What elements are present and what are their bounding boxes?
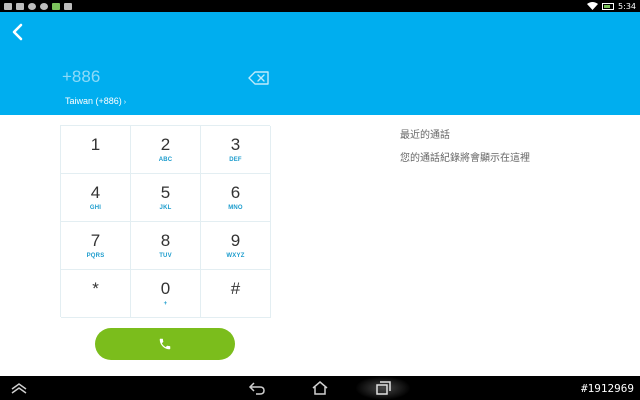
nav-back-button[interactable] [248,380,266,396]
phone-icon [159,338,171,350]
call-button[interactable] [95,328,235,360]
download-icon [64,2,72,10]
key-5[interactable]: 5 JKL [131,174,201,222]
recents-empty-message: 您的通話紀錄將會顯示在這裡 [400,153,530,164]
recents-title: 最近的通話 [400,130,450,141]
key-digit: 5 [160,182,171,202]
key-digit: 6 [230,182,241,202]
watermark: #1912969 [581,382,634,395]
key-digit: # [230,278,241,298]
key-3[interactable]: 3 DEF [201,126,271,174]
key-9[interactable]: 9 WXYZ [201,222,271,270]
key-1[interactable]: 1 [61,126,131,174]
nav-home-button[interactable] [311,380,329,396]
key-digit: 0 [160,278,171,298]
chevron-left-icon [12,23,23,41]
key-hash[interactable]: # [201,270,271,318]
status-right: 5:34 [587,2,636,11]
chevron-up-icon [11,383,27,394]
dial-number-display[interactable]: +886 [62,67,100,87]
keyboard-hide-button[interactable] [10,380,28,396]
key-letters: GHI [89,204,102,211]
key-letters: JKL [159,204,172,211]
keypad: 1 2 ABC 3 DEF 4 GHI 5 JKL 6 MNO 7 PQRS 8 TUV 9 W… [60,125,271,318]
key-letters: TUV [159,252,172,259]
key-2[interactable]: 2 ABC [131,126,201,174]
key-6[interactable]: 6 MNO [201,174,271,222]
mail-icon [16,2,24,10]
key-digit: 8 [160,230,171,250]
key-8[interactable]: 8 TUV [131,222,201,270]
key-digit: 4 [90,182,101,202]
recent-apps-icon [376,381,391,395]
key-digit: * [92,278,99,298]
status-bar: 5:34 [0,0,640,12]
key-letters: WXYZ [226,252,245,259]
nav-recent-apps-button[interactable] [374,380,392,396]
key-0[interactable]: 0 + [131,270,201,318]
home-icon [312,381,328,395]
key-7[interactable]: 7 PQRS [61,222,131,270]
wifi-icon [587,2,599,10]
notification-icons [4,2,72,10]
back-button[interactable] [8,20,26,44]
key-digit: 2 [160,134,171,154]
key-digit: 1 [90,134,101,154]
chrome-icon [40,2,48,10]
chevron-right-icon: › [123,99,127,106]
clock: 5:34 [618,1,636,11]
country-label: Taiwan (+886) [65,96,122,106]
country-selector[interactable]: Taiwan (+886) › [65,96,126,106]
navigation-bar: #1912969 [0,376,640,400]
key-letters: MNO [228,204,243,211]
battery-icon [602,2,615,10]
app-icon [52,2,60,10]
key-4[interactable]: 4 GHI [61,174,131,222]
image-icon [4,2,12,10]
key-letters: DEF [229,156,242,163]
dialer-header: +886 Taiwan (+886) › [0,12,640,115]
key-digit: 9 [230,230,241,250]
back-arrow-icon [248,382,265,395]
key-star[interactable]: * [61,270,131,318]
key-digit: 3 [230,134,241,154]
key-letters: ABC [158,156,173,163]
chrome-icon [28,2,36,10]
key-letters: PQRS [86,252,105,259]
key-digit: 7 [90,230,101,250]
key-letters: + [163,300,168,307]
backspace-button[interactable] [248,70,270,85]
backspace-icon [248,71,269,85]
